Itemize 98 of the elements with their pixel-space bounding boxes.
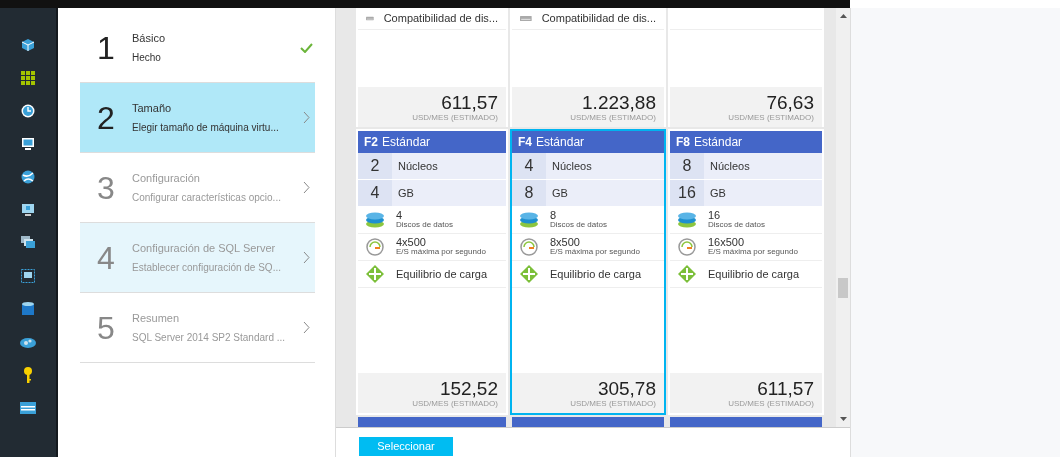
disk-stack-icon: [520, 212, 538, 228]
feature-label: Compatibilidad de dis...: [383, 11, 498, 27]
feature-value: 4: [396, 210, 404, 220]
feature-label: Equilibrio de carga: [550, 266, 642, 282]
feature-label: Compatibilidad de dis...: [541, 11, 656, 27]
feature-value: 16: [708, 210, 722, 220]
feature-label: Discos de datos: [708, 220, 765, 230]
vm-size-card[interactable]: F8 Estándar 8 Núcleos 16 GB 16 Discos de datos 16x500 E/S máxima por segundo Equilibrio de carga 611,57 USD/MES (ESTIMADO): [668, 129, 824, 415]
monitor-icon[interactable]: [21, 137, 35, 151]
tier-name: Estándar: [382, 134, 431, 151]
spec-label: Núcleos: [704, 153, 822, 179]
price: 1.223,88: [582, 91, 656, 113]
price-unit: USD/MES (ESTIMADO): [728, 398, 814, 409]
tier-code: F2: [364, 134, 378, 151]
step-number: 1: [96, 28, 116, 68]
load-balancer-icon: [366, 265, 384, 283]
step-title: Configuración de SQL Server: [132, 241, 276, 257]
step-subtitle: Establecer configuración de SQ...: [132, 260, 281, 275]
price-unit: USD/MES (ESTIMADO): [412, 112, 498, 123]
disk-stack-icon: [678, 212, 696, 228]
scroll-thumb[interactable]: [838, 278, 848, 298]
feature-label: Discos de datos: [550, 220, 607, 230]
feature-value: 8: [550, 210, 558, 220]
price-unit: USD/MES (ESTIMADO): [570, 398, 656, 409]
spec-value: 8: [512, 180, 546, 206]
tier-name: Estándar: [536, 134, 585, 151]
tier-name: Estándar: [694, 134, 743, 151]
price-unit: USD/MES (ESTIMADO): [412, 398, 498, 409]
vm-size-card[interactable]: F4 Estándar 4 Núcleos 8 GB 8 Discos de datos 8x500 E/S máxima por segundo Equilibrio de carga 305,78 USD/MES (ESTIMADO): [510, 129, 666, 415]
step-title: Básico: [132, 31, 166, 47]
tier-code: F8: [676, 134, 690, 151]
price: 152,52: [439, 377, 498, 399]
spec-label: GB: [546, 180, 664, 206]
price: 76,63: [766, 91, 814, 113]
feature-label: Equilibrio de carga: [708, 266, 800, 282]
step-subtitle: Configurar características opcio...: [132, 190, 281, 205]
drive-icon: [366, 14, 374, 23]
checkmark-icon: [299, 42, 313, 53]
spec-value: 8: [670, 153, 704, 179]
feature-label: E/S máxima por segundo: [396, 247, 486, 257]
scroll-up-icon[interactable]: [839, 14, 847, 18]
gauge-icon: [678, 238, 696, 256]
feature-value: 4x500: [396, 237, 427, 247]
spec-label: GB: [392, 180, 506, 206]
gauge-icon: [366, 238, 384, 256]
feature-label: Equilibrio de carga: [396, 266, 488, 282]
step-number: 2: [96, 98, 116, 138]
grid-icon[interactable]: [21, 71, 35, 85]
cube-icon[interactable]: [21, 38, 35, 52]
key-icon[interactable]: [23, 367, 33, 383]
step-subtitle: Elegir tamaño de máquina virtu...: [132, 120, 279, 135]
chevron-right-icon: [302, 251, 310, 264]
price: 611,57: [757, 377, 814, 399]
price: 611,57: [441, 91, 498, 113]
disk-stack-icon: [366, 212, 384, 228]
price-unit: USD/MES (ESTIMADO): [570, 112, 656, 123]
spec-value: 16: [670, 180, 704, 206]
step-subtitle: SQL Server 2014 SP2 Standard ...: [132, 330, 286, 345]
spec-value: 4: [512, 153, 546, 179]
load-balancer-icon: [678, 265, 696, 283]
step-subtitle: Hecho: [132, 50, 161, 65]
chevron-right-icon: [302, 321, 310, 334]
dashed-monitor-icon[interactable]: [21, 269, 35, 283]
spec-label: Núcleos: [392, 153, 506, 179]
wizard-step[interactable]: 2 Tamaño Elegir tamaño de máquina virtu...: [80, 83, 315, 153]
feature-label: Discos de datos: [396, 220, 453, 230]
vm-size-card[interactable]: F2 Estándar 2 Núcleos 4 GB 4 Discos de datos 4x500 E/S máxima por segundo Equilibrio de carga 152,52 USD/MES (ESTIMADO): [356, 129, 508, 415]
spec-label: GB: [704, 180, 822, 206]
tier-code: F4: [518, 134, 532, 151]
spec-value: 4: [358, 180, 392, 206]
step-title: Configuración: [132, 171, 200, 187]
clock-icon[interactable]: [21, 104, 35, 118]
storage-icon[interactable]: [20, 402, 36, 414]
step-number: 5: [96, 308, 116, 348]
drive-icon: [520, 14, 532, 23]
step-title: Tamaño: [132, 101, 172, 117]
feature-value: 8x500: [550, 237, 581, 247]
chevron-right-icon: [302, 111, 310, 124]
scrollbar[interactable]: [836, 8, 850, 427]
step-number: 3: [96, 168, 116, 208]
price-unit: USD/MES (ESTIMADO): [728, 112, 814, 123]
feature-label: E/S máxima por segundo: [550, 247, 640, 257]
scroll-down-icon[interactable]: [839, 417, 847, 421]
feature-label: E/S máxima por segundo: [708, 247, 798, 257]
cloud-gears-icon[interactable]: [20, 336, 36, 348]
monitors-icon[interactable]: [21, 236, 35, 250]
step-number: 4: [96, 238, 116, 278]
spec-label: Núcleos: [546, 153, 664, 179]
sql-database-icon[interactable]: [22, 302, 34, 316]
step-title: Resumen: [132, 311, 180, 327]
gauge-icon: [520, 238, 538, 256]
spec-value: 2: [358, 153, 392, 179]
load-balancer-icon: [520, 265, 538, 283]
monitor-icon[interactable]: [21, 203, 35, 217]
chevron-right-icon: [302, 181, 310, 194]
globe-icon[interactable]: [21, 170, 35, 184]
feature-value: 16x500: [708, 237, 746, 247]
price: 305,78: [597, 377, 656, 399]
